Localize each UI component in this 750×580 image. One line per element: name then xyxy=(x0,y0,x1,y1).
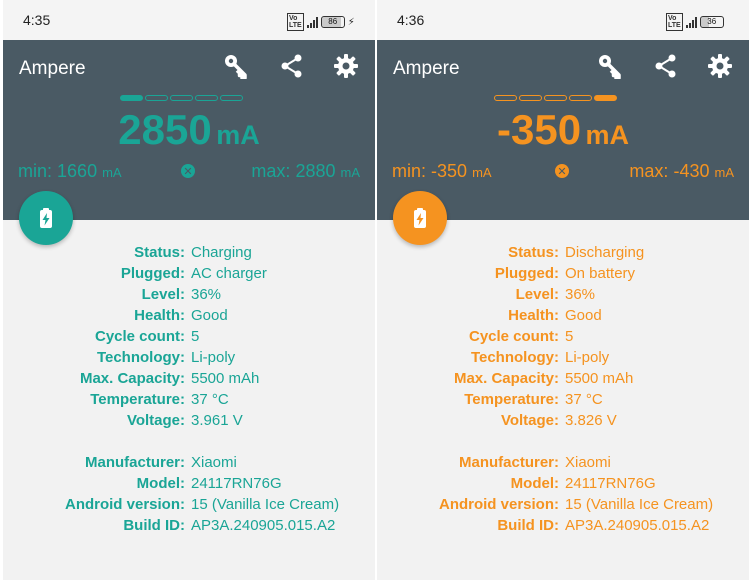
info-row-build-id: Build ID: AP3A.240905.015.A2 xyxy=(123,517,336,534)
info-row-voltage: Voltage: 3.961 V xyxy=(126,412,243,429)
level-segment xyxy=(145,95,168,101)
info-row-temperature: Temperature: 37 °C xyxy=(90,391,229,408)
current-value: 2850 xyxy=(118,106,212,153)
info-row-health: Health: Good xyxy=(134,307,228,324)
screenshot-discharging: 4:36 Vo LTE 36 Ampere -350 mA min: -350 … xyxy=(377,0,749,580)
info-row-level: Level: 36% xyxy=(141,286,222,303)
info-row-manufacturer: Manufacturer: Xiaomi xyxy=(458,454,611,471)
max-readout: max: -430 mA xyxy=(629,161,734,181)
info-row-android-version: Android version: 15 (Vanilla Ice Cream) xyxy=(64,496,340,513)
info-row-health: Health: Good xyxy=(508,307,602,324)
max-readout: max: 2880 mA xyxy=(251,161,360,181)
info-row-manufacturer: Manufacturer: Xiaomi xyxy=(84,454,237,471)
status-icons: Vo LTE 86 ⚡ xyxy=(287,13,355,31)
level-segment xyxy=(195,95,218,101)
signal-icon xyxy=(685,16,697,28)
app-header: Ampere 2850 mA min: 1660 mA ✕ max: 2880 … xyxy=(3,40,375,220)
info-row-voltage: Voltage: 3.826 V xyxy=(500,412,617,429)
status-time: 4:36 xyxy=(397,12,425,28)
app-title: Ampere xyxy=(393,58,460,79)
close-circle-icon[interactable]: ✕ xyxy=(555,164,569,178)
info-row-cycle-count: Cycle count: 5 xyxy=(94,328,200,345)
level-segment xyxy=(170,95,193,101)
status-bar: 4:35 Vo LTE 86 ⚡ xyxy=(3,0,375,40)
app-header: Ampere -350 mA min: -350 mA ✕ max: -430 … xyxy=(377,40,749,220)
info-row-status: Status: Charging xyxy=(134,244,252,261)
signal-icon xyxy=(306,16,318,28)
info-row-plugged: Plugged: AC charger xyxy=(120,265,267,282)
screenshot-charging: 4:35 Vo LTE 86 ⚡ Ampere 2850 mA min: 166… xyxy=(3,0,375,580)
level-segment xyxy=(594,95,617,101)
min-readout: min: 1660 mA xyxy=(18,161,122,181)
share-icon[interactable] xyxy=(279,53,305,79)
info-row-cycle-count: Cycle count: 5 xyxy=(468,328,574,345)
info-row-level: Level: 36% xyxy=(515,286,596,303)
current-unit: mA xyxy=(585,120,630,150)
info-row-technology: Technology: Li-poly xyxy=(470,349,610,366)
current-readout: 2850 mA xyxy=(3,106,375,154)
key-icon[interactable] xyxy=(223,53,249,80)
current-readout: -350 mA xyxy=(377,106,749,154)
gear-icon[interactable] xyxy=(707,53,733,79)
current-value: -350 xyxy=(496,106,582,153)
level-indicator xyxy=(120,95,243,101)
info-row-technology: Technology: Li-poly xyxy=(96,349,236,366)
key-icon[interactable] xyxy=(597,53,623,80)
info-row-status: Status: Discharging xyxy=(508,244,645,261)
level-segment xyxy=(544,95,567,101)
charging-bolt-icon: ⚡ xyxy=(347,16,355,28)
info-row-plugged: Plugged: On battery xyxy=(494,265,636,282)
volte-icon: Vo LTE xyxy=(666,13,683,31)
current-unit: mA xyxy=(216,120,260,150)
info-row-build-id: Build ID: AP3A.240905.015.A2 xyxy=(497,517,710,534)
battery-charging-icon[interactable] xyxy=(19,191,73,245)
info-row-model: Model: 24117RN76G xyxy=(510,475,656,492)
info-row-model: Model: 24117RN76G xyxy=(136,475,282,492)
battery-status-icon: 36 xyxy=(699,16,724,28)
level-segment xyxy=(569,95,592,101)
min-readout: min: -350 mA xyxy=(392,161,492,181)
status-time: 4:35 xyxy=(23,12,51,28)
level-segment xyxy=(220,95,243,101)
status-icons: Vo LTE 36 xyxy=(666,13,724,31)
level-segment xyxy=(120,95,143,101)
share-icon[interactable] xyxy=(653,53,679,79)
level-segment xyxy=(519,95,542,101)
close-circle-icon[interactable]: ✕ xyxy=(181,164,195,178)
info-row-temperature: Temperature: 37 °C xyxy=(464,391,603,408)
info-row-max-capacity: Max. Capacity: 5500 mAh xyxy=(453,370,634,387)
battery-status-icon: 86 xyxy=(320,16,345,28)
level-segment xyxy=(494,95,517,101)
volte-icon: Vo LTE xyxy=(287,13,304,31)
status-bar: 4:36 Vo LTE 36 xyxy=(377,0,749,40)
info-row-max-capacity: Max. Capacity: 5500 mAh xyxy=(79,370,260,387)
app-title: Ampere xyxy=(19,58,86,79)
level-indicator xyxy=(494,95,617,101)
gear-icon[interactable] xyxy=(333,53,359,79)
battery-charging-icon[interactable] xyxy=(393,191,447,245)
info-row-android-version: Android version: 15 (Vanilla Ice Cream) xyxy=(438,496,714,513)
